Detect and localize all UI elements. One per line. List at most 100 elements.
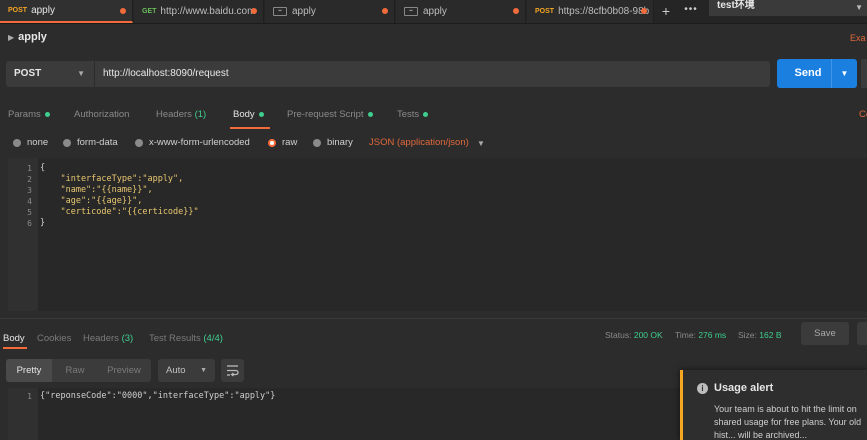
radio-label: x-www-form-urlencoded xyxy=(149,137,250,148)
language-select[interactable]: Auto ▼ xyxy=(158,359,215,382)
code-line: "interfaceType":"apply", xyxy=(40,174,184,184)
response-size: Size: 162 B xyxy=(738,330,782,340)
request-title[interactable]: ▶ apply xyxy=(8,31,47,43)
unsaved-dot-icon xyxy=(120,8,126,14)
radio-circle-icon xyxy=(135,138,143,147)
radio-circle-icon xyxy=(13,138,21,147)
send-button[interactable]: Send xyxy=(777,59,839,88)
time-value: 276 ms xyxy=(698,330,727,340)
tab-body[interactable]: Body xyxy=(233,109,264,120)
tab-label: Test Results xyxy=(149,333,201,344)
active-tab-underline xyxy=(230,127,270,129)
save-button[interactable] xyxy=(861,59,867,88)
radio-label: form-data xyxy=(77,137,118,148)
tab-label: Cookies xyxy=(37,333,72,344)
preview-button[interactable]: Preview xyxy=(98,359,150,382)
response-tab-cookies[interactable]: Cookies xyxy=(37,333,71,344)
radio-label: none xyxy=(27,137,49,148)
request-tab-apply-3[interactable]: ▪▪ apply xyxy=(396,0,526,23)
raw-type-select[interactable]: JSON (application/json) xyxy=(369,137,469,148)
tab-label: Headers xyxy=(156,109,192,120)
tab-label: Pre-request Script xyxy=(287,109,364,120)
line-number: 2 xyxy=(27,175,32,184)
radio-binary[interactable]: binary xyxy=(313,137,353,148)
doc-icon: ▪▪ xyxy=(404,7,418,16)
chevron-down-icon: ▼ xyxy=(855,3,863,12)
tab-params[interactable]: Params xyxy=(8,109,50,120)
response-tab-body[interactable]: Body xyxy=(3,333,25,344)
radio-selected-icon xyxy=(268,138,276,147)
examples-link[interactable]: Exa xyxy=(850,33,866,43)
tab-method-label: POST xyxy=(535,8,555,15)
radio-form-data[interactable]: form-data xyxy=(63,137,118,148)
status-dot-icon xyxy=(367,111,373,117)
alert-message-line: hist... will be archived... xyxy=(714,430,808,440)
tab-pre-request-script[interactable]: Pre-request Script xyxy=(287,109,373,120)
method-select[interactable]: POST ▼ xyxy=(6,61,94,87)
unsaved-dot-icon xyxy=(382,8,388,14)
line-number: 4 xyxy=(27,197,32,206)
more-tabs-icon[interactable]: ••• xyxy=(681,3,701,20)
cookies-link[interactable]: Co xyxy=(859,109,867,120)
tab-headers[interactable]: Headers (1) xyxy=(156,109,206,120)
active-tab-underline xyxy=(3,347,27,349)
method-label: POST xyxy=(14,68,42,79)
request-tab-8cfb[interactable]: POST https://8cfb0b08-98b xyxy=(527,0,654,23)
chevron-down-icon: ▼ xyxy=(200,367,207,374)
radio-circle-icon xyxy=(63,138,71,147)
code-line: { xyxy=(40,163,46,173)
tab-label: Body xyxy=(233,109,255,120)
pane-divider[interactable] xyxy=(0,318,867,319)
tab-label: Tests xyxy=(397,109,420,120)
line-number: 6 xyxy=(27,219,32,228)
save-response-options-button[interactable] xyxy=(857,322,867,345)
raw-button[interactable]: Raw xyxy=(52,359,98,382)
radio-x-www-form-urlencoded[interactable]: x-www-form-urlencoded xyxy=(135,137,250,148)
status-dot-icon xyxy=(44,111,50,117)
response-time: Time: 276 ms xyxy=(675,330,726,340)
caret-right-icon: ▶ xyxy=(8,33,15,42)
send-options-chevron-icon[interactable]: ▼ xyxy=(831,59,857,88)
tab-label: Params xyxy=(8,109,41,120)
line-number: 3 xyxy=(27,186,32,195)
response-status: Status: 200 OK xyxy=(605,330,663,340)
tab-method-label: GET xyxy=(142,8,157,15)
chevron-down-icon[interactable]: ▼ xyxy=(477,139,485,148)
response-line: {"reponseCode":"0000","interfaceType":"a… xyxy=(40,391,276,401)
request-tab-apply[interactable]: POST apply xyxy=(0,0,133,23)
radio-label: raw xyxy=(282,137,298,148)
tab-title: http://www.baidu.com xyxy=(160,6,256,17)
tab-authorization[interactable]: Authorization xyxy=(74,109,129,120)
pretty-button[interactable]: Pretty xyxy=(6,359,52,382)
line-number: 5 xyxy=(27,208,32,217)
tab-tests[interactable]: Tests xyxy=(397,109,429,120)
line-number: 1 xyxy=(27,392,32,401)
status-value: 200 OK xyxy=(633,330,663,340)
save-response-button[interactable]: Save xyxy=(801,322,849,345)
tab-count: (3) xyxy=(121,333,134,344)
size-label: Size: xyxy=(738,330,757,340)
status-label: Status: xyxy=(605,330,632,340)
environment-label: test环境 xyxy=(717,0,755,11)
tab-title: apply xyxy=(423,6,447,17)
request-tab-apply-2[interactable]: ▪▪ apply xyxy=(265,0,395,23)
chevron-down-icon: ▼ xyxy=(77,69,85,78)
tab-title: https://8cfb0b08-98b xyxy=(558,6,650,17)
url-input[interactable]: http://localhost:8090/request xyxy=(95,61,770,87)
tab-count: (1) xyxy=(194,109,207,120)
response-tab-test-results[interactable]: Test Results (4/4) xyxy=(149,333,223,344)
environment-select[interactable]: test环境 ▼ xyxy=(709,0,867,16)
radio-raw[interactable]: raw xyxy=(268,137,297,148)
time-label: Time: xyxy=(675,330,696,340)
code-line: "certicode":"{{certicode}}" xyxy=(40,207,199,217)
wrap-lines-icon xyxy=(227,365,239,377)
response-tab-headers[interactable]: Headers (3) xyxy=(83,333,133,344)
wrap-lines-button[interactable] xyxy=(221,359,244,382)
size-value: 162 B xyxy=(759,330,782,340)
radio-none[interactable]: none xyxy=(13,137,48,148)
tab-method-label: POST xyxy=(8,7,28,14)
status-dot-icon xyxy=(423,111,429,117)
new-tab-plus-icon[interactable]: + xyxy=(656,3,676,20)
tab-count: (4/4) xyxy=(203,333,223,344)
request-tab-baidu[interactable]: GET http://www.baidu.com xyxy=(134,0,264,23)
